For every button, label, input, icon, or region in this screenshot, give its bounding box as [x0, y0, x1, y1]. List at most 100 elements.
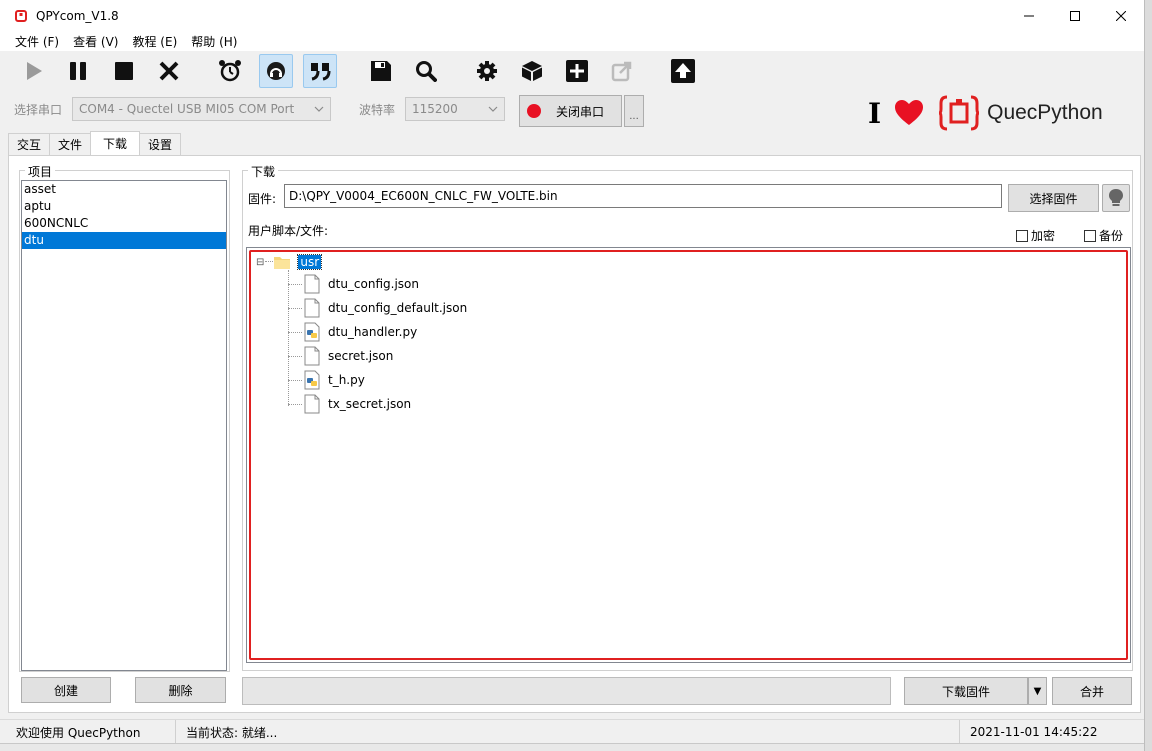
- share-button[interactable]: [605, 54, 639, 88]
- firmware-label: 固件:: [248, 192, 277, 206]
- project-group-title: 项目: [25, 163, 56, 180]
- choose-firmware-button[interactable]: 选择固件: [1008, 184, 1099, 212]
- add-icon: [566, 60, 588, 82]
- close-x-icon: [159, 61, 179, 81]
- main-tabs: 交互 文件 下载 设置: [8, 131, 182, 155]
- tree-file-node[interactable]: dtu_config.json: [304, 274, 419, 294]
- menu-view[interactable]: 查看 (V): [66, 33, 125, 50]
- package-button[interactable]: [515, 54, 549, 88]
- tab-settings[interactable]: 设置: [139, 133, 182, 155]
- menu-help[interactable]: 帮助 (H): [184, 33, 244, 50]
- clear-button[interactable]: [152, 54, 186, 88]
- menu-file[interactable]: 文件 (F): [8, 33, 66, 50]
- download-progress-bar: [242, 677, 891, 705]
- tab-download[interactable]: 下载: [90, 131, 141, 155]
- search-button[interactable]: [409, 54, 443, 88]
- title-bar: QPYcom_V1.8: [0, 0, 1144, 31]
- search-icon: [416, 61, 437, 82]
- document-icon: [304, 394, 320, 414]
- download-options-dropdown[interactable]: ▼: [1028, 677, 1047, 705]
- alarm-clock-icon: [219, 60, 241, 82]
- toolbar: [0, 51, 1144, 91]
- list-item[interactable]: 600NCNLC: [22, 215, 226, 232]
- tab-interaction[interactable]: 交互: [8, 133, 51, 155]
- gear-icon: [477, 61, 497, 81]
- timer-button[interactable]: [213, 54, 247, 88]
- minimize-icon: [1024, 15, 1034, 16]
- delete-project-button[interactable]: 删除: [135, 677, 226, 703]
- tree-file-label: dtu_config_default.json: [328, 301, 468, 315]
- tip-button[interactable]: [1102, 184, 1130, 212]
- pause-button[interactable]: [61, 54, 95, 88]
- tree-file-label: t_h.py: [328, 373, 365, 387]
- tree-root-node[interactable]: ⊟ usr: [256, 252, 323, 272]
- create-project-button[interactable]: 创建: [21, 677, 111, 703]
- backup-checkbox-box[interactable]: [1084, 229, 1096, 242]
- more-options-label: ...: [629, 111, 639, 122]
- list-item[interactable]: asset: [22, 181, 226, 198]
- play-icon: [27, 62, 42, 80]
- baud-label: 波特率: [359, 103, 396, 117]
- tree-connector: [288, 356, 302, 357]
- download-tab-panel: 项目 asset aptu 600NCNLC dtu 创建 删除 下载 固件: …: [8, 155, 1141, 713]
- encrypt-checkbox[interactable]: 加密: [1016, 227, 1055, 244]
- chevron-down-icon: [488, 106, 498, 112]
- list-item-selected[interactable]: dtu: [22, 232, 226, 249]
- encrypt-checkbox-box[interactable]: [1016, 229, 1028, 242]
- headset-button[interactable]: [259, 54, 293, 88]
- tree-file-node[interactable]: secret.json: [304, 346, 393, 366]
- minimize-button[interactable]: [1006, 0, 1052, 31]
- collapse-toggle[interactable]: ⊟: [256, 257, 264, 268]
- tree-root-label: usr: [297, 254, 323, 270]
- settings-button[interactable]: [470, 54, 504, 88]
- backup-checkbox[interactable]: 备份: [1084, 227, 1123, 244]
- run-button[interactable]: [17, 54, 51, 88]
- baud-select[interactable]: 115200: [405, 97, 505, 121]
- more-options-button[interactable]: ...: [624, 95, 644, 127]
- tree-file-label: secret.json: [328, 349, 394, 363]
- record-icon: [527, 104, 541, 118]
- status-bar: 欢迎使用 QuecPython 当前状态: 就绪... 2021-11-01 1…: [0, 719, 1144, 744]
- save-icon: [371, 61, 391, 81]
- list-item[interactable]: aptu: [22, 198, 226, 215]
- tree-file-node[interactable]: t_h.py: [304, 370, 365, 390]
- firmware-path-input[interactable]: D:\QPY_V0004_EC600N_CNLC_FW_VOLTE.bin: [284, 184, 1002, 208]
- maximize-button[interactable]: [1052, 0, 1098, 31]
- status-datetime: 2021-11-01 14:45:22: [970, 725, 1098, 739]
- port-label: 选择串口: [14, 103, 63, 117]
- brand-area: I QuecPython: [868, 95, 1103, 131]
- tree-file-node[interactable]: tx_secret.json: [304, 394, 411, 414]
- port-select[interactable]: COM4 - Quectel USB MI05 COM Port: [72, 97, 331, 121]
- headset-icon: [267, 62, 285, 80]
- project-list[interactable]: asset aptu 600NCNLC dtu: [21, 180, 227, 671]
- stop-icon: [115, 62, 133, 80]
- close-window-button[interactable]: [1098, 0, 1144, 31]
- download-group-title: 下载: [248, 163, 279, 180]
- document-icon: [304, 346, 320, 366]
- tree-file-node[interactable]: dtu_handler.py: [304, 322, 417, 342]
- pause-icon: [70, 62, 86, 80]
- chevron-down-icon: [314, 106, 324, 112]
- upload-icon: [671, 59, 695, 83]
- menu-bar: 文件 (F) 查看 (V) 教程 (E) 帮助 (H): [0, 31, 1144, 51]
- stop-button[interactable]: [107, 54, 141, 88]
- brand-name: QuecPython: [987, 101, 1103, 124]
- close-port-button[interactable]: 关闭串口: [519, 95, 622, 127]
- tree-connector: [288, 284, 302, 285]
- tree-file-node[interactable]: dtu_config_default.json: [304, 298, 467, 318]
- folder-icon: [274, 257, 291, 269]
- close-port-label: 关闭串口: [556, 104, 605, 119]
- tree-connector: [288, 308, 302, 309]
- upload-button[interactable]: [666, 54, 700, 88]
- tab-file[interactable]: 文件: [49, 133, 92, 155]
- port-select-value: COM4 - Quectel USB MI05 COM Port: [79, 102, 295, 116]
- backup-label: 备份: [1099, 229, 1124, 243]
- menu-tutorial[interactable]: 教程 (E): [125, 33, 184, 50]
- quote-button[interactable]: [303, 54, 337, 88]
- window-title: QPYcom_V1.8: [36, 8, 119, 23]
- save-button[interactable]: [364, 54, 398, 88]
- merge-button[interactable]: 合并: [1052, 677, 1132, 705]
- download-firmware-button[interactable]: 下载固件: [904, 677, 1028, 705]
- python-file-icon: [304, 322, 320, 342]
- add-button[interactable]: [560, 54, 594, 88]
